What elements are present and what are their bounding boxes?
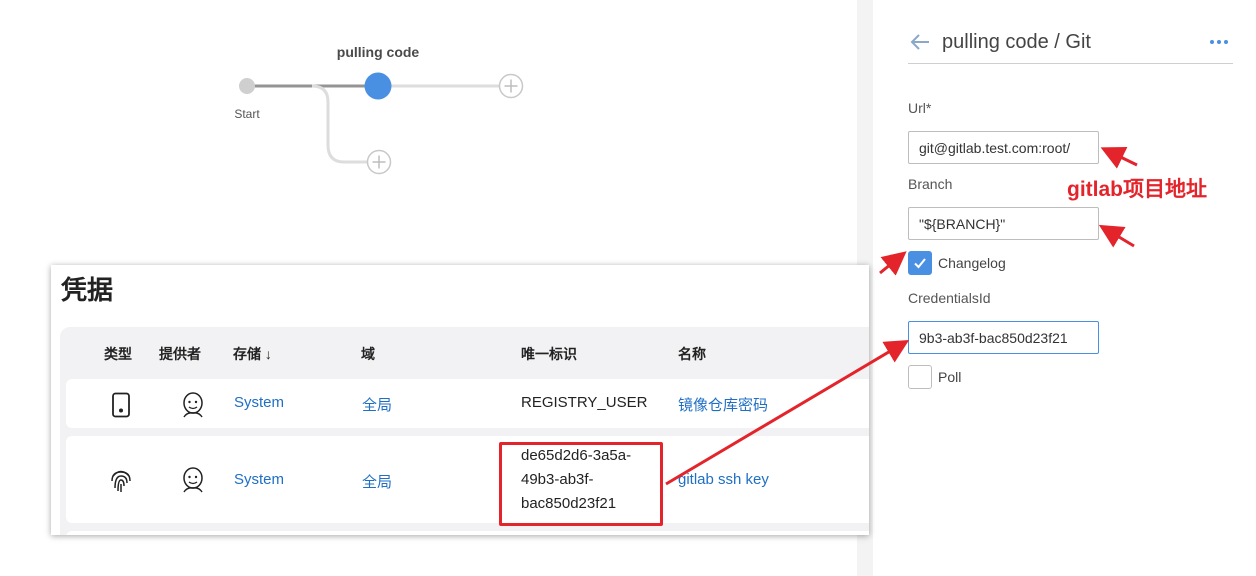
column-header-domain: 域 [361,346,375,362]
column-header-store[interactable]: 存储 ↓ [233,344,272,364]
column-header-provider: 提供者 [159,346,201,362]
table-row-partial [66,531,869,535]
add-parallel-stage-icon[interactable] [366,149,392,175]
more-options-icon[interactable] [1207,32,1231,52]
phone-icon [112,392,130,418]
jenkins-icon [183,467,203,493]
checkmark-icon [914,258,926,269]
credentials-id-label: CredentialsId [908,290,991,306]
domain-link[interactable]: 全局 [362,471,392,492]
poll-checkbox-row[interactable]: Poll [908,365,961,389]
changelog-checkbox-row[interactable]: Changelog [908,251,1006,275]
credential-id-highlight [499,442,663,526]
panel-header: pulling code / Git [908,22,1233,64]
branch-input[interactable] [908,207,1099,240]
branch-connector [311,84,368,164]
poll-checkbox[interactable] [908,365,932,389]
credentials-id-input[interactable] [908,321,1099,354]
store-link[interactable]: System [234,394,284,411]
changelog-checkbox[interactable] [908,251,932,275]
credential-name-link[interactable]: gitlab ssh key [678,471,769,488]
jenkins-icon [183,392,203,418]
start-node[interactable] [239,78,255,94]
step-editor-body: pulling code / Git Url* Branch Changelog… [873,0,1256,576]
column-header-type: 类型 [104,346,132,362]
stage-title: pulling code [336,44,420,60]
annotation-text: gitlab项目地址 [1067,178,1207,201]
column-header-name: 名称 [678,346,706,362]
back-arrow-icon[interactable] [908,30,932,54]
credential-id: REGISTRY_USER [521,394,648,411]
url-label: Url* [908,100,932,116]
credentials-title: 凭据 [61,275,114,305]
table-row: System 全局 REGISTRY_USER 镜像仓库密码 [66,379,869,428]
poll-label: Poll [938,369,962,385]
table-row: System 全局 de65d2d6-3a5a-49b3-ab3f-bac850… [66,436,869,523]
store-link[interactable]: System [234,471,284,488]
start-label: Start [234,107,260,121]
credential-name-link[interactable]: 镜像仓库密码 [678,394,768,415]
panel-title: pulling code / Git [942,31,1091,53]
fingerprint-icon [111,470,131,492]
column-header-id: 唯一标识 [521,346,577,362]
stage-node-pulling-code[interactable] [364,72,392,100]
credentials-table: 类型 提供者 存储 ↓ 域 唯一标识 名称 System 全局 REGISTRY… [60,327,869,535]
add-stage-icon[interactable] [498,73,524,99]
changelog-label: Changelog [938,255,1006,271]
branch-label: Branch [908,176,953,192]
credentials-panel: 凭据 类型 提供者 存储 ↓ 域 唯一标识 名称 System 全局 REGIS… [51,265,869,535]
url-input[interactable] [908,131,1099,164]
step-editor-panel: pulling code / Git Url* Branch Changelog… [857,0,1256,576]
domain-link[interactable]: 全局 [362,394,392,415]
